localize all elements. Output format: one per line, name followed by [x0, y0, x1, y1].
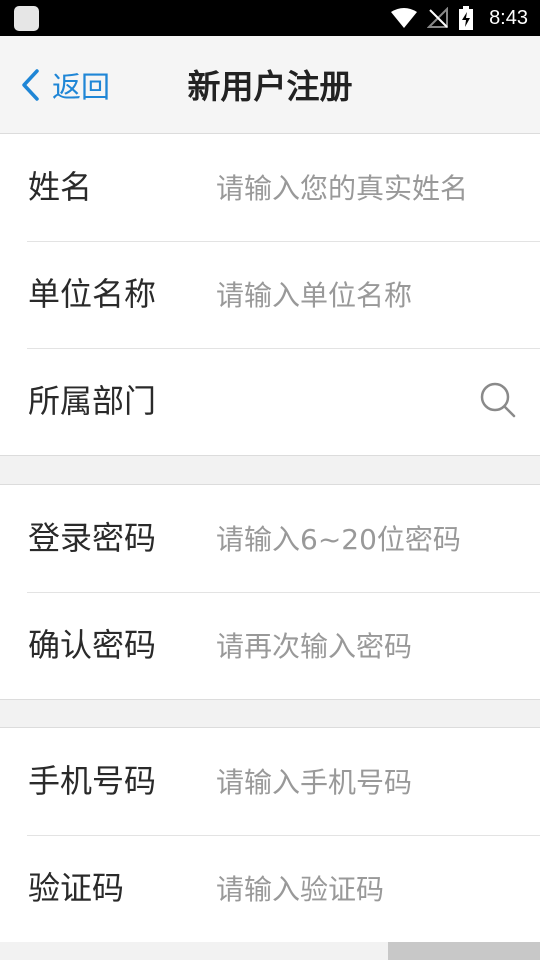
confirm-password-input[interactable] — [216, 622, 474, 670]
form-group-phone: 手机号码 验证码 — [0, 727, 540, 943]
form-group-password: 登录密码 确认密码 — [0, 484, 540, 700]
password-label: 登录密码 — [28, 519, 157, 557]
scroll-thumb[interactable] — [388, 942, 540, 960]
no-signal-icon — [427, 7, 449, 28]
row-department[interactable]: 所属部门 — [0, 348, 540, 455]
page-title: 新用户注册 — [0, 60, 540, 108]
app-icon — [14, 6, 39, 31]
verification-code-input[interactable] — [216, 865, 474, 913]
name-label: 姓名 — [28, 168, 93, 206]
row-name: 姓名 — [0, 134, 540, 241]
verification-code-label: 验证码 — [28, 869, 125, 907]
row-confirm-password: 确认密码 — [0, 592, 540, 699]
status-icons: 8:43 — [391, 0, 528, 36]
company-input[interactable] — [216, 271, 474, 319]
row-password: 登录密码 — [0, 485, 540, 592]
page-title-text: 新用户注册 — [187, 67, 353, 106]
status-bar: 8:43 — [0, 0, 540, 36]
phone-input[interactable] — [216, 758, 474, 806]
phone-label: 手机号码 — [28, 762, 157, 800]
confirm-password-label: 确认密码 — [28, 626, 157, 664]
form-group-profile: 姓名 单位名称 所属部门 — [0, 133, 540, 456]
search-icon[interactable] — [479, 381, 517, 419]
row-company: 单位名称 — [0, 241, 540, 348]
wifi-icon — [391, 8, 418, 28]
status-time: 8:43 — [489, 6, 528, 29]
battery-charging-icon — [459, 6, 474, 30]
password-input[interactable] — [216, 515, 474, 563]
row-phone: 手机号码 — [0, 728, 540, 835]
nav-bar: 返回 新用户注册 — [0, 36, 540, 134]
name-input[interactable] — [216, 164, 474, 212]
company-label: 单位名称 — [28, 275, 157, 313]
department-label: 所属部门 — [28, 382, 157, 420]
row-verification-code: 验证码 — [0, 835, 540, 942]
